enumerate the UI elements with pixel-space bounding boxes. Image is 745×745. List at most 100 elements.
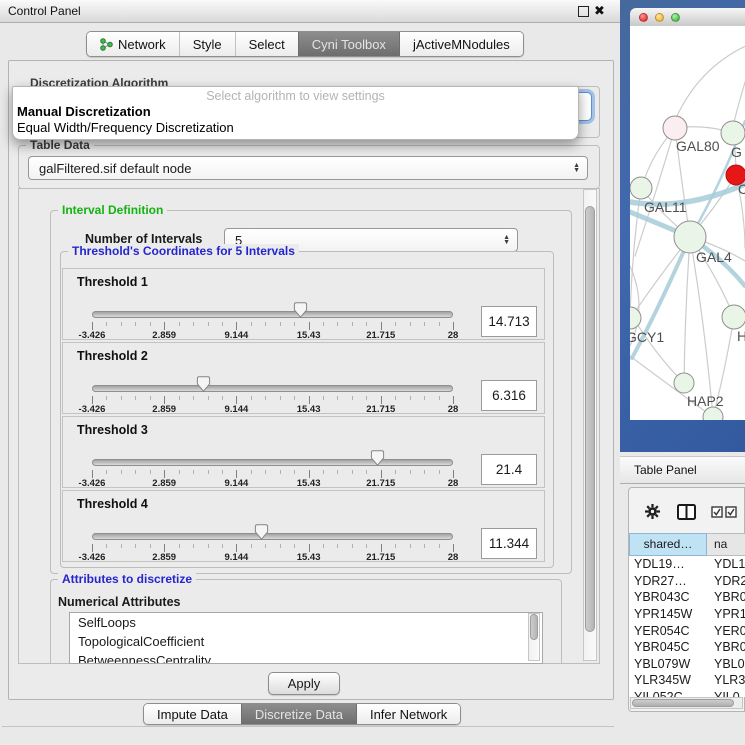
column-header-name[interactable]: na bbox=[707, 533, 745, 556]
attribute-item-topologicalcoefficient[interactable]: TopologicalCoefficient bbox=[70, 632, 542, 651]
tick-label: 2.859 bbox=[152, 552, 176, 563]
slider-thumb[interactable] bbox=[370, 450, 385, 466]
table-panel-titlebar: Table Panel bbox=[620, 456, 745, 484]
network-edge bbox=[684, 237, 690, 383]
minimize-traffic-light[interactable] bbox=[655, 13, 664, 22]
close-traffic-light[interactable] bbox=[639, 13, 648, 22]
tick-label: 15.43 bbox=[297, 552, 321, 563]
tick-label: 28 bbox=[448, 552, 459, 563]
table-row[interactable]: YLR345WYLR3 bbox=[629, 672, 745, 689]
bottom-tab-infer-network[interactable]: Infer Network bbox=[356, 704, 460, 724]
table-row[interactable]: YBR043CYBR0 bbox=[629, 589, 745, 606]
threshold-value-field[interactable]: 11.344 bbox=[481, 528, 537, 559]
panel-bottom-divider bbox=[2, 726, 614, 727]
settings-gear-icon[interactable] bbox=[644, 503, 661, 520]
table-row[interactable]: YBL079WYBL0 bbox=[629, 656, 745, 673]
control-panel-titlebar: Control Panel bbox=[0, 0, 622, 23]
tab-label: Select bbox=[249, 37, 285, 52]
table-row[interactable]: YIL052CYIL0 bbox=[629, 689, 745, 697]
settings-scrollbar-thumb[interactable] bbox=[585, 206, 595, 632]
tick-label: 2.859 bbox=[152, 330, 176, 341]
zoom-traffic-light[interactable] bbox=[671, 13, 680, 22]
tick-label: 9.144 bbox=[225, 478, 249, 489]
table-header-row: shared… na bbox=[629, 533, 745, 556]
algorithm-dropdown-popup: Select algorithm to view settings Manual… bbox=[12, 86, 579, 140]
tick-label: -3.426 bbox=[79, 330, 106, 341]
cell-name: YPR1 bbox=[707, 607, 745, 621]
slider-thumb[interactable] bbox=[293, 302, 308, 318]
cell-shared-name: YBR045C bbox=[629, 640, 707, 654]
dropdown-option-equal-width-frequency[interactable]: Equal Width/Frequency Discretization bbox=[13, 120, 578, 136]
split-columns-icon[interactable] bbox=[677, 504, 696, 520]
table-row[interactable]: YDR27…YDR2 bbox=[629, 573, 745, 590]
network-node-hap2[interactable] bbox=[674, 373, 694, 393]
threshold-label: Threshold 2 bbox=[77, 349, 148, 363]
tick-label: 21.715 bbox=[366, 478, 395, 489]
table-row[interactable]: YBR045CYBR0 bbox=[629, 639, 745, 656]
table-row[interactable]: YER054CYER0 bbox=[629, 622, 745, 639]
tab-cyni-toolbox[interactable]: Cyni Toolbox bbox=[298, 32, 399, 56]
slider-track[interactable] bbox=[92, 385, 453, 392]
slider-thumb[interactable] bbox=[254, 524, 269, 540]
table-data-group-label: Table Data bbox=[26, 138, 94, 152]
apply-button-label: Apply bbox=[288, 676, 321, 691]
node-label: G bbox=[731, 144, 742, 160]
tick-label: 9.144 bbox=[225, 330, 249, 341]
table-row[interactable]: YDL19…YDL1 bbox=[629, 556, 745, 573]
float-window-button[interactable] bbox=[578, 6, 589, 17]
slider-tick-labels: -3.4262.8599.14415.4321.71528 bbox=[92, 552, 453, 563]
slider-track[interactable] bbox=[92, 311, 453, 318]
network-canvas[interactable]: GAL80GCGAL11GAL4GCY1HHAP2 bbox=[630, 26, 745, 420]
table-rows: YDL19…YDL1YDR27…YDR2YBR043CYBR0YPR145WYP… bbox=[629, 556, 745, 697]
bottom-tab-impute-data[interactable]: Impute Data bbox=[144, 704, 241, 724]
select-checkboxes-icon[interactable] bbox=[711, 506, 737, 518]
threshold-value-field[interactable]: 21.4 bbox=[481, 454, 537, 485]
network-icon bbox=[100, 38, 113, 51]
attribute-item-betweennesscentrality[interactable]: BetweennessCentrality bbox=[70, 651, 542, 664]
bottom-tab-label: Infer Network bbox=[370, 707, 447, 722]
interval-definition-group-label: Interval Definition bbox=[58, 203, 167, 217]
slider-tick-labels: -3.4262.8599.14415.4321.71528 bbox=[92, 404, 453, 415]
bottom-tab-discretize-data[interactable]: Discretize Data bbox=[241, 704, 356, 724]
threshold-value-field[interactable]: 14.713 bbox=[481, 306, 537, 337]
table-row[interactable]: YPR145WYPR1 bbox=[629, 606, 745, 623]
attributes-scrollbar-thumb[interactable] bbox=[530, 614, 538, 640]
control-panel-title: Control Panel bbox=[8, 4, 81, 18]
numerical-attributes-label: Numerical Attributes bbox=[58, 595, 180, 609]
node-label: H bbox=[737, 328, 745, 344]
tab-jactivemnodules[interactable]: jActiveMNodules bbox=[399, 32, 523, 56]
attribute-item-selfloops[interactable]: SelfLoops bbox=[70, 613, 542, 632]
network-node-gal80[interactable] bbox=[663, 116, 687, 140]
cell-shared-name: YDR27… bbox=[629, 574, 707, 588]
close-panel-button[interactable]: ✖ bbox=[594, 6, 605, 15]
tick-label: -3.426 bbox=[79, 404, 106, 415]
network-node-h[interactable] bbox=[722, 305, 745, 329]
slider-track[interactable] bbox=[92, 533, 453, 540]
network-edge bbox=[676, 44, 745, 118]
threshold-value-field[interactable]: 6.316 bbox=[481, 380, 537, 411]
tab-style[interactable]: Style bbox=[179, 32, 235, 56]
table-data-combobox[interactable]: galFiltered.sif default node ▲▼ bbox=[28, 156, 588, 180]
column-header-shared-name[interactable]: shared… bbox=[629, 533, 707, 556]
apply-button[interactable]: Apply bbox=[268, 672, 340, 695]
tab-network[interactable]: Network bbox=[87, 32, 179, 56]
tab-label: Cyni Toolbox bbox=[312, 37, 386, 52]
cell-name: YBR0 bbox=[707, 590, 745, 604]
tick-label: 21.715 bbox=[366, 552, 395, 563]
tab-select[interactable]: Select bbox=[235, 32, 298, 56]
cell-name: YBR0 bbox=[707, 640, 745, 654]
threshold-row-1: Threshold 1 -3.4262.8599.14415.4321.7152… bbox=[62, 268, 545, 340]
threshold-row-4: Threshold 4 -3.4262.8599.14415.4321.7152… bbox=[62, 490, 545, 562]
table-scrollbar-thumb[interactable] bbox=[632, 699, 734, 707]
slider-track[interactable] bbox=[92, 459, 453, 466]
tick-label: 9.144 bbox=[225, 552, 249, 563]
cell-shared-name: YBL079W bbox=[629, 657, 707, 671]
tab-label: Style bbox=[193, 37, 222, 52]
dropdown-option-manual-discretization[interactable]: Manual Discretization bbox=[13, 104, 578, 120]
network-node-g[interactable] bbox=[721, 121, 745, 145]
tab-label: Network bbox=[118, 37, 166, 52]
tab-label: jActiveMNodules bbox=[413, 37, 510, 52]
numerical-attributes-list[interactable]: SelfLoopsTopologicalCoefficientBetweenne… bbox=[69, 612, 543, 664]
slider-thumb[interactable] bbox=[196, 376, 211, 392]
network-node-gal11[interactable] bbox=[630, 177, 652, 199]
